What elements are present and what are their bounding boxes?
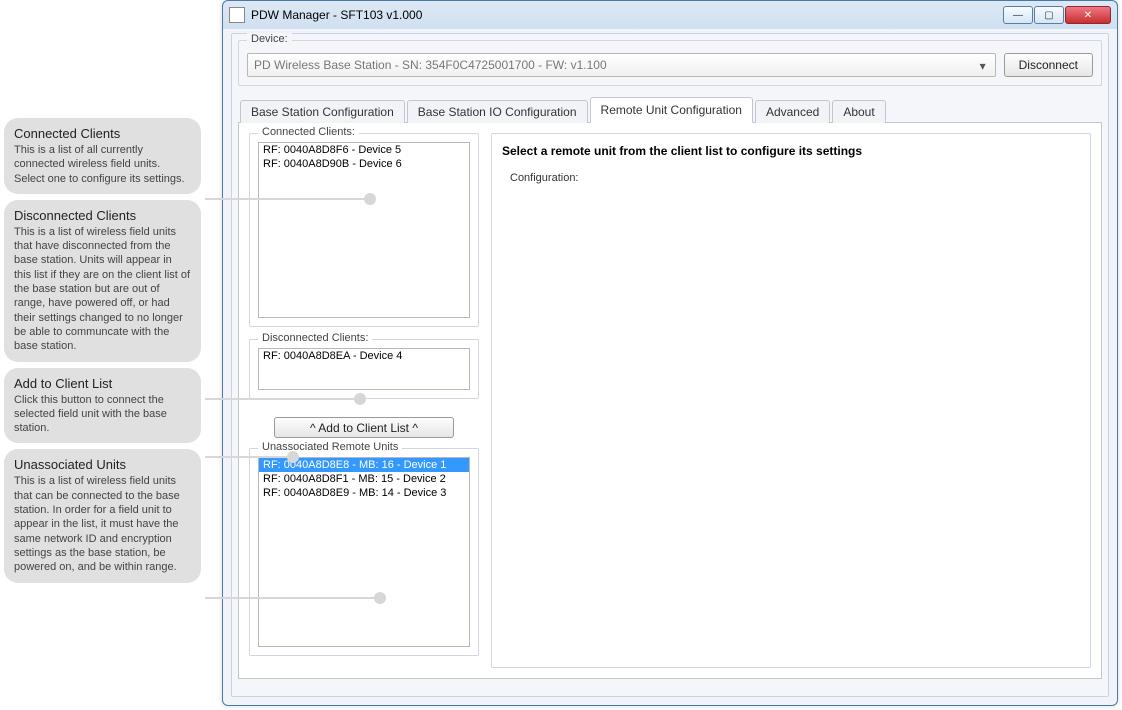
disconnect-button[interactable]: Disconnect (1004, 53, 1093, 77)
close-button[interactable]: ✕ (1065, 6, 1111, 24)
annotation-body: This is a list of all currently connecte… (14, 143, 191, 186)
config-panel: Select a remote unit from the client lis… (491, 133, 1091, 668)
window-buttons: — ▢ ✕ (1003, 6, 1111, 24)
annotation-add: Add to Client List Click this button to … (4, 368, 201, 444)
annotation-title: Disconnected Clients (14, 208, 191, 223)
connector-line (205, 597, 380, 599)
list-item[interactable]: RF: 0040A8D8F1 - MB: 15 - Device 2 (259, 472, 469, 486)
list-item[interactable]: RF: 0040A8D8E9 - MB: 14 - Device 3 (259, 486, 469, 500)
device-combo[interactable]: PD Wireless Base Station - SN: 354F0C472… (247, 53, 996, 77)
list-item[interactable]: RF: 0040A8D8F6 - Device 5 (259, 143, 469, 157)
annotation-connected: Connected Clients This is a list of all … (4, 118, 201, 194)
annotation-column: Connected Clients This is a list of all … (0, 0, 210, 710)
tab-container: Base Station Configuration Base Station … (238, 96, 1102, 679)
device-combo-text: PD Wireless Base Station - SN: 354F0C472… (254, 58, 607, 72)
tab-page-remote: Connected Clients: RF: 0040A8D8F6 - Devi… (238, 123, 1102, 679)
disconnected-clients-list[interactable]: RF: 0040A8D8EA - Device 4 (258, 348, 470, 390)
tab-about[interactable]: About (832, 100, 885, 123)
tab-remote[interactable]: Remote Unit Configuration (590, 97, 753, 123)
annotation-body: This is a list of wireless field units t… (14, 474, 191, 574)
device-legend: Device: (247, 33, 292, 45)
minimize-button[interactable]: — (1003, 6, 1033, 24)
connector-dot (374, 592, 386, 604)
annotation-unassoc: Unassociated Units This is a list of wir… (4, 449, 201, 582)
unassoc-legend: Unassociated Remote Units (258, 441, 402, 453)
window-title: PDW Manager - SFT103 v1.000 (251, 8, 422, 22)
connector-dot (287, 451, 299, 463)
disconnect-label: Disconnect (1019, 58, 1078, 72)
connector-line (205, 398, 360, 400)
config-label: Configuration: (510, 172, 1082, 184)
titlebar[interactable]: PDW Manager - SFT103 v1.000 — ▢ ✕ (223, 1, 1117, 29)
disconnected-legend: Disconnected Clients: (258, 332, 372, 344)
list-item[interactable]: RF: 0040A8D90B - Device 6 (259, 157, 469, 171)
connector-line (205, 456, 293, 458)
config-heading: Select a remote unit from the client lis… (502, 144, 1082, 158)
maximize-button[interactable]: ▢ (1034, 6, 1064, 24)
unassociated-group: Unassociated Remote Units RF: 0040A8D8E8… (249, 448, 479, 656)
annotation-title: Unassociated Units (14, 457, 191, 472)
add-to-client-list-button[interactable]: ^ Add to Client List ^ (274, 417, 454, 438)
chevron-down-icon: ▾ (975, 58, 991, 74)
tab-base-io[interactable]: Base Station IO Configuration (407, 100, 588, 123)
add-button-label: ^ Add to Client List ^ (310, 421, 418, 435)
connected-clients-list[interactable]: RF: 0040A8D8F6 - Device 5RF: 0040A8D90B … (258, 142, 470, 318)
tab-advanced[interactable]: Advanced (755, 100, 830, 123)
connected-clients-group: Connected Clients: RF: 0040A8D8F6 - Devi… (249, 133, 479, 327)
connector-dot (364, 193, 376, 205)
tab-bar: Base Station Configuration Base Station … (238, 96, 1102, 123)
list-item[interactable]: RF: 0040A8D8EA - Device 4 (259, 349, 469, 363)
disconnected-clients-group: Disconnected Clients: RF: 0040A8D8EA - D… (249, 339, 479, 399)
app-window: PDW Manager - SFT103 v1.000 — ▢ ✕ Device… (222, 0, 1118, 706)
annotation-title: Add to Client List (14, 376, 191, 391)
annotation-disconnected: Disconnected Clients This is a list of w… (4, 200, 201, 362)
unassociated-list[interactable]: RF: 0040A8D8E8 - MB: 16 - Device 1RF: 00… (258, 457, 470, 647)
connector-dot (354, 393, 366, 405)
app-icon (229, 7, 245, 23)
annotation-title: Connected Clients (14, 126, 191, 141)
annotation-body: Click this button to connect the selecte… (14, 393, 191, 436)
device-group: Device: PD Wireless Base Station - SN: 3… (238, 40, 1102, 86)
connected-legend: Connected Clients: (258, 126, 359, 138)
connector-line (205, 198, 370, 200)
tab-base-config[interactable]: Base Station Configuration (240, 100, 405, 123)
annotation-body: This is a list of wireless field units t… (14, 225, 191, 354)
